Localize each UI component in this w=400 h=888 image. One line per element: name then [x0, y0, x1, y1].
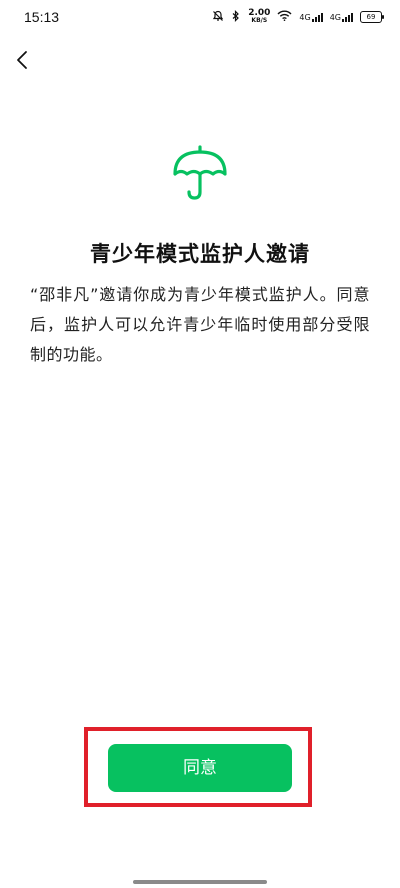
- home-indicator[interactable]: [133, 880, 267, 884]
- invitation-description: “邵非凡”邀请你成为青少年模式监护人。同意后，监护人可以允许青少年临时使用部分受…: [30, 285, 370, 364]
- back-button[interactable]: [10, 48, 34, 72]
- network-speed-value: 2.00: [248, 8, 271, 18]
- status-bar: 15:13 2.00 KB/S 4G 4G 69: [0, 0, 400, 36]
- bluetooth-icon: [231, 9, 241, 25]
- status-time: 15:13: [24, 9, 60, 25]
- signal-bars-icon: [342, 12, 353, 22]
- network-speed: 2.00 KB/S: [248, 9, 270, 25]
- page-title: 青少年模式监护人邀请: [90, 242, 310, 266]
- signal-bars-icon: [311, 12, 323, 22]
- network-speed-unit: KB/S: [251, 17, 268, 24]
- agree-button[interactable]: 同意: [108, 744, 292, 792]
- umbrella-icon: [171, 144, 229, 202]
- cell-signal-1-label: 4G: [299, 12, 311, 22]
- status-icons: 2.00 KB/S 4G 4G 69: [212, 9, 384, 25]
- battery-icon: 69: [360, 11, 384, 23]
- cell-signal-2: 4G: [329, 12, 353, 22]
- cell-signal-2-label: 4G: [329, 12, 341, 22]
- wifi-icon: [277, 10, 292, 24]
- mute-icon: [212, 10, 224, 25]
- cell-signal-1: 4G: [299, 12, 323, 22]
- chevron-left-icon: [17, 51, 27, 69]
